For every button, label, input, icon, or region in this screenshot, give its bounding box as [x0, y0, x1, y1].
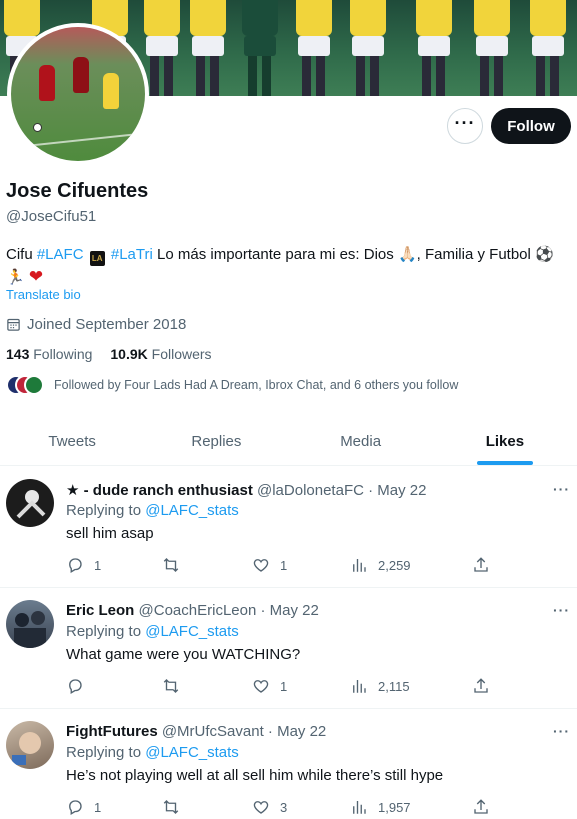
profile-name: Jose Cifuentes: [6, 180, 149, 202]
views-button[interactable]: 2,259: [350, 556, 411, 574]
retweet-button[interactable]: [162, 556, 190, 574]
retweet-icon: [163, 558, 179, 572]
follower-avatars: [6, 375, 44, 395]
views-button[interactable]: 2,115: [350, 677, 410, 695]
share-icon: [474, 557, 488, 572]
soccer-ball-emoji-icon: ⚽: [535, 245, 554, 263]
tweet-author-name[interactable]: FightFutures: [66, 723, 158, 740]
person-avatar-icon: [14, 611, 46, 648]
tweet-text: He’s not playing well at all sell him wh…: [66, 767, 444, 784]
follow-button[interactable]: Follow: [491, 108, 571, 144]
lafc-badge-icon: LA: [89, 251, 105, 266]
following-link[interactable]: 143 Following: [6, 346, 92, 362]
tweet-more-button[interactable]: ···: [553, 481, 570, 497]
analytics-icon: [353, 559, 366, 572]
calendar-icon: [7, 318, 20, 331]
follow-stats: 143 Following 10.9K Followers: [6, 346, 212, 362]
rider-avatar-icon: [16, 490, 46, 519]
retweet-icon: [163, 679, 179, 693]
avatar[interactable]: [6, 600, 54, 648]
tweet-author-name[interactable]: Eric Leon: [66, 602, 134, 619]
reply-icon: [69, 558, 82, 573]
profile-avatar[interactable]: [7, 23, 149, 165]
tweet[interactable]: ★ - dude ranch enthusiast @laDolonetaFC …: [0, 467, 577, 588]
tab-tweets[interactable]: Tweets: [0, 418, 144, 465]
avatar[interactable]: [6, 721, 54, 769]
share-button[interactable]: [472, 798, 490, 816]
star-icon: ★: [66, 482, 80, 499]
tweet-meta[interactable]: @CoachEricLeon · May 22: [139, 602, 319, 619]
hashtag-link[interactable]: #LaTri: [111, 246, 153, 263]
share-button[interactable]: [472, 556, 490, 574]
share-icon: [474, 799, 488, 814]
like-button[interactable]: 1: [252, 556, 287, 574]
banner-player: [292, 0, 336, 96]
reply-button[interactable]: 1: [66, 556, 101, 574]
tweet-author-name[interactable]: - dude ranch enthusiast: [84, 482, 253, 499]
ellipsis-icon: ···: [454, 113, 476, 133]
reply-to-link[interactable]: @LAFC_stats: [145, 744, 239, 761]
banner-goalkeeper: [238, 0, 282, 96]
retweet-icon: [163, 800, 179, 814]
reply-to-link[interactable]: @LAFC_stats: [145, 623, 239, 640]
reply-to-link[interactable]: @LAFC_stats: [145, 502, 239, 519]
followed-by-link[interactable]: Followed by Four Lads Had A Dream, Ibrox…: [6, 375, 458, 395]
reply-icon: [69, 679, 82, 694]
reply-button[interactable]: [66, 677, 94, 695]
tweet-more-button[interactable]: ···: [553, 723, 570, 739]
tweet-meta[interactable]: @MrUfcSavant · May 22: [162, 723, 326, 740]
tab-likes[interactable]: Likes: [433, 418, 577, 465]
banner-player: [186, 0, 230, 96]
share-icon: [474, 678, 488, 693]
analytics-icon: [353, 680, 366, 693]
like-button[interactable]: 1: [252, 677, 287, 695]
profile-handle: @JoseCifu51: [6, 208, 97, 225]
tweet-actions: 1 3 1,957: [66, 798, 496, 818]
reply-button[interactable]: 1: [66, 798, 101, 816]
retweet-button[interactable]: [162, 677, 190, 695]
heart-icon: [253, 801, 269, 814]
heart-emoji-icon: ❤: [28, 267, 44, 287]
tweet-text: What game were you WATCHING?: [66, 646, 301, 663]
runner-emoji-icon: 🏃: [6, 268, 25, 286]
reply-icon: [69, 800, 82, 815]
profile-bio: Cifu #LAFC LA #LaTri Lo más importante p…: [6, 245, 554, 287]
share-button[interactable]: [472, 677, 490, 695]
banner-player: [412, 0, 456, 96]
tab-media[interactable]: Media: [289, 418, 433, 465]
joined-date: Joined September 2018: [6, 316, 186, 333]
hashtag-link[interactable]: #LAFC: [37, 246, 84, 263]
heart-icon: [253, 559, 269, 572]
analytics-icon: [353, 801, 366, 814]
like-button[interactable]: 3: [252, 798, 287, 816]
tab-replies[interactable]: Replies: [144, 418, 288, 465]
banner-player: [526, 0, 570, 96]
banner-player: [346, 0, 390, 96]
avatar[interactable]: [6, 479, 54, 527]
tweet[interactable]: FightFutures @MrUfcSavant · May 22 ··· R…: [0, 709, 577, 819]
avatar: [24, 375, 44, 395]
heart-icon: [253, 680, 269, 693]
tweet-text: sell him asap: [66, 525, 154, 542]
tweet-actions: 1 1 2,259: [66, 556, 496, 576]
banner-player: [470, 0, 514, 96]
translate-bio-link[interactable]: Translate bio: [6, 287, 81, 302]
profile-tabs: Tweets Replies Media Likes: [0, 418, 577, 466]
tweet-more-button[interactable]: ···: [553, 602, 570, 618]
tweet-meta[interactable]: @laDolonetaFC · May 22: [257, 482, 426, 499]
views-button[interactable]: 1,957: [350, 798, 411, 816]
tweet[interactable]: Eric Leon @CoachEricLeon · May 22 ··· Re…: [0, 588, 577, 709]
pray-emoji-icon: 🙏🏻: [397, 245, 417, 263]
person-avatar-icon: [12, 732, 41, 765]
followers-link[interactable]: 10.9K Followers: [110, 346, 211, 362]
tweet-actions: 1 2,115: [66, 677, 496, 697]
more-options-button[interactable]: ···: [447, 108, 483, 144]
retweet-button[interactable]: [162, 798, 190, 816]
